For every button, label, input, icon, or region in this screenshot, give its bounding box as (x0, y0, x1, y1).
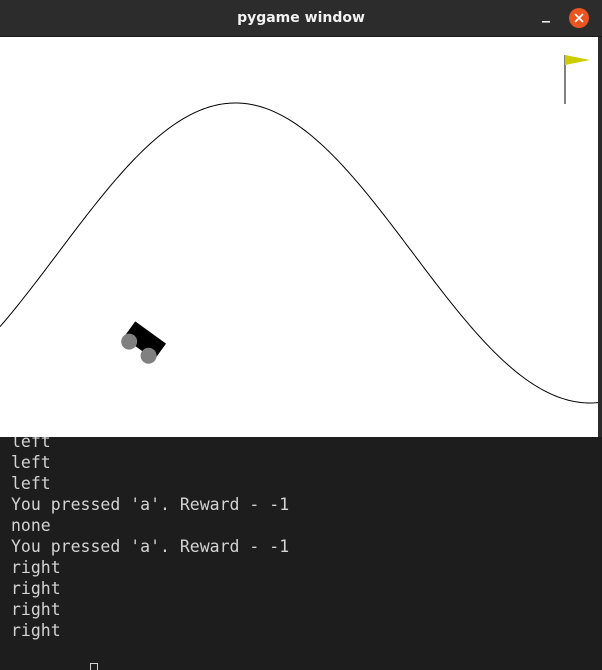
background-window-edge (598, 37, 602, 437)
car (121, 321, 167, 364)
minimize-icon (542, 21, 550, 23)
terminal-line: right (11, 579, 61, 598)
terminal-line: right (11, 621, 61, 640)
terminal-line: none (11, 516, 51, 535)
terminal-line: right (11, 558, 61, 577)
close-button[interactable] (569, 8, 589, 28)
block-cursor-icon (90, 663, 99, 670)
terminal-line: You pressed 'a'. Reward - -1 (11, 537, 290, 556)
goal-flag (565, 55, 590, 65)
terminal-line: left (11, 453, 51, 472)
terminal-line: left (11, 474, 51, 493)
mountain-car-scene (0, 55, 599, 404)
screen: pygame window left left left You pressed… (0, 0, 602, 670)
terminal-line: You pressed 'a'. Reward - -1 (11, 495, 290, 514)
mountain-track (0, 102, 599, 404)
terminal-line: left (11, 437, 51, 451)
window-title: pygame window (237, 10, 365, 26)
terminal-prompt[interactable] (11, 641, 289, 670)
window-titlebar[interactable]: pygame window (0, 0, 602, 37)
close-icon (574, 13, 584, 23)
terminal-output[interactable]: left left left You pressed 'a'. Reward -… (0, 437, 602, 670)
minimize-button[interactable] (536, 9, 556, 29)
game-canvas[interactable] (0, 37, 599, 437)
terminal-lines: left left left You pressed 'a'. Reward -… (11, 437, 290, 670)
terminal-line: right (11, 600, 61, 619)
